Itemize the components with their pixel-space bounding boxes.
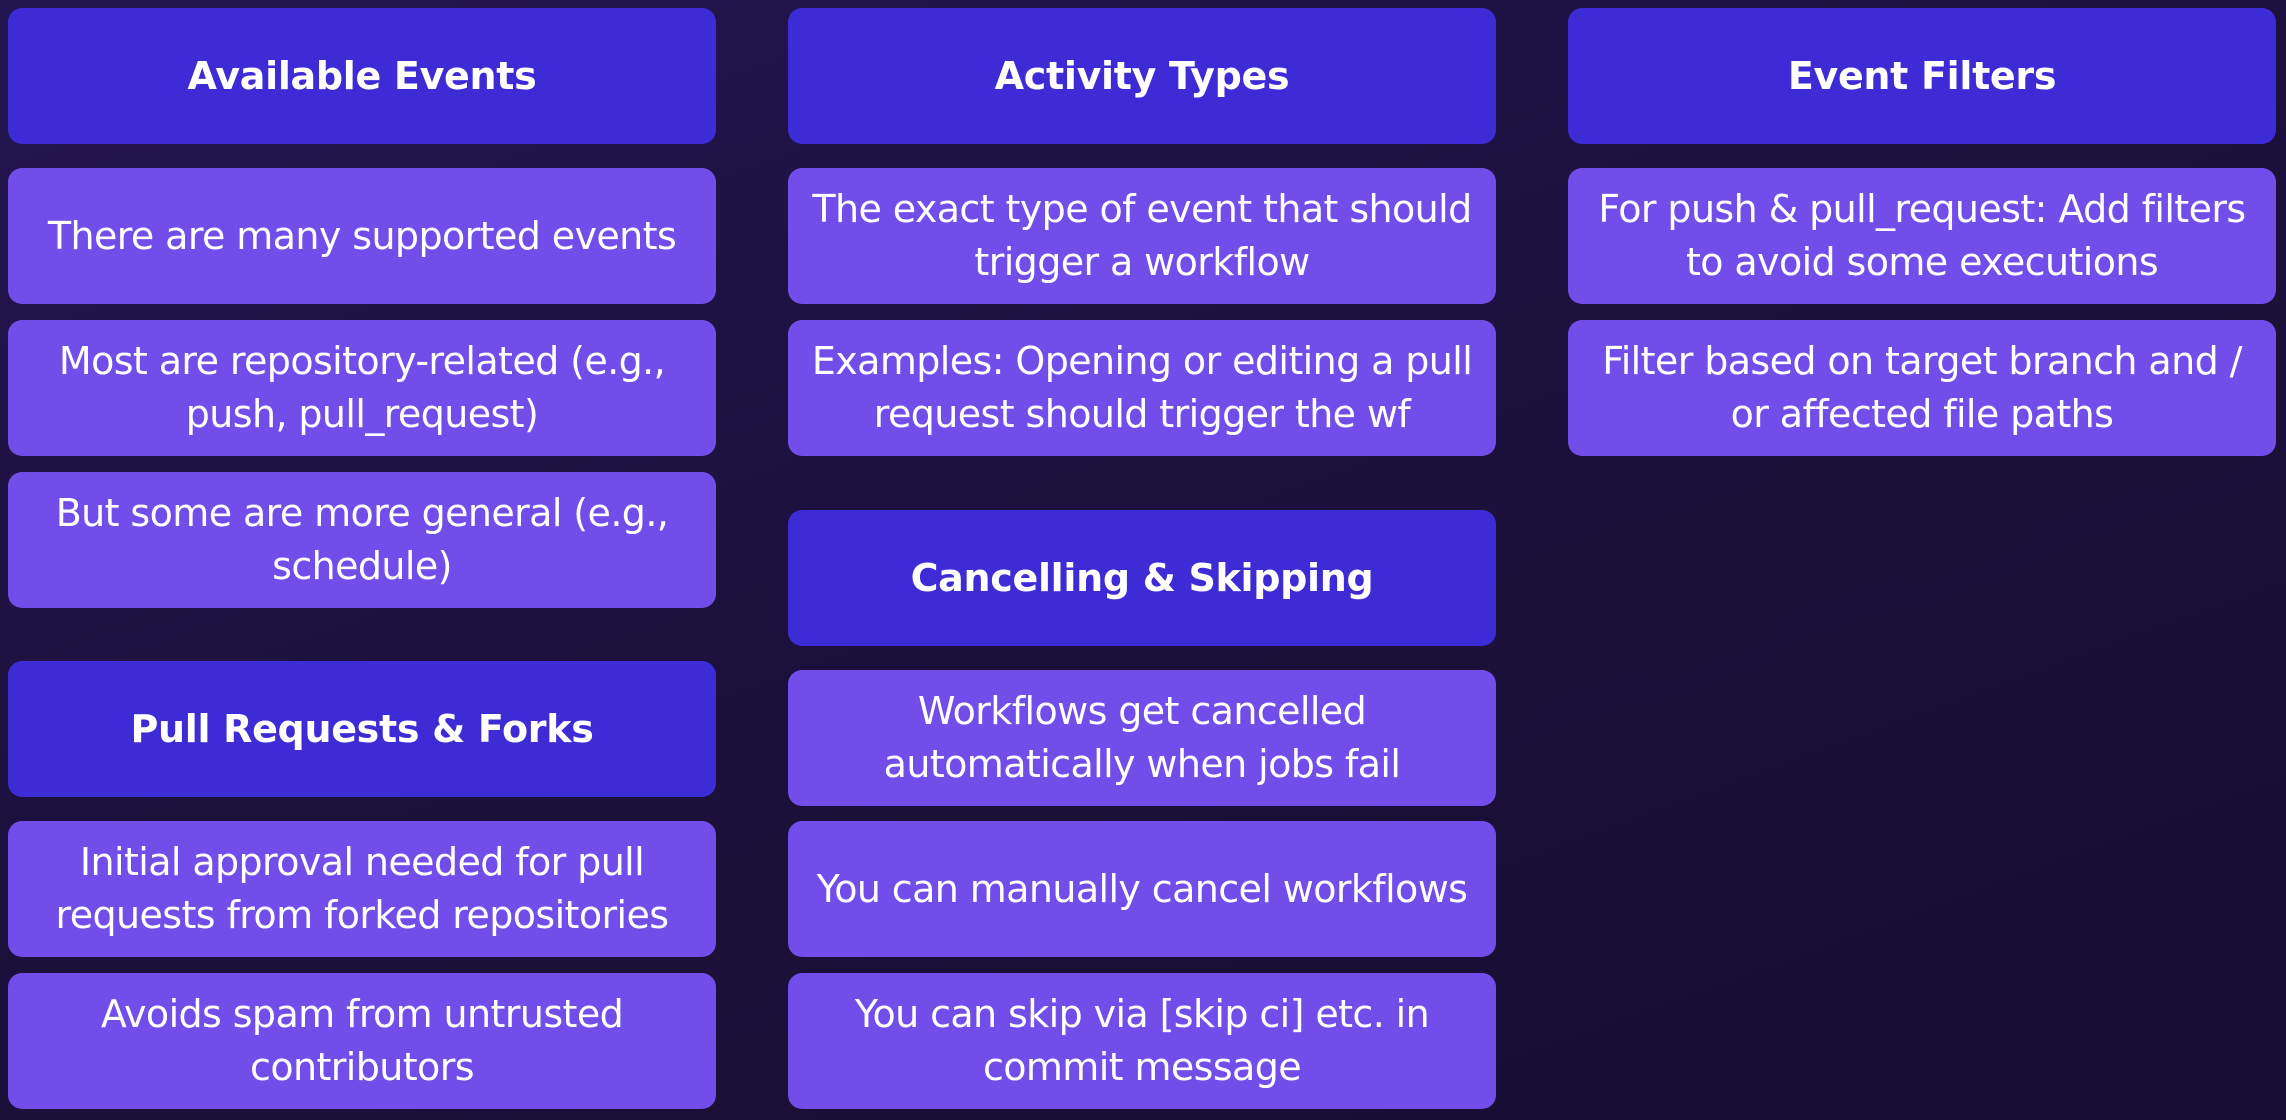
cancelling-skipping-item-2: You can manually cancel workflows [788,821,1496,957]
activity-types-header: Activity Types [788,8,1496,144]
pull-requests-forks-header: Pull Requests & Forks [8,661,716,797]
pull-requests-forks-item-2: Avoids spam from untrusted contributors [8,973,716,1109]
cancelling-skipping-title: Cancelling & Skipping [910,556,1374,600]
cancelling-skipping-header: Cancelling & Skipping [788,510,1496,646]
event-filters-item-2: Filter based on target branch and / or a… [1568,320,2276,456]
pull-requests-forks-title: Pull Requests & Forks [130,707,594,751]
available-events-item-2: Most are repository-related (e.g., push,… [8,320,716,456]
available-events-item-3: But some are more general (e.g., schedul… [8,472,716,608]
available-events-item-1: There are many supported events [8,168,716,304]
activity-types-item-2: Examples: Opening or editing a pull requ… [788,320,1496,456]
available-events-header: Available Events [8,8,716,144]
activity-types-item-1: The exact type of event that should trig… [788,168,1496,304]
cancelling-skipping-item-3: You can skip via [skip ci] etc. in commi… [788,973,1496,1109]
event-filters-item-1: For push & pull_request: Add filters to … [1568,168,2276,304]
slide: { "columns": { "available_events": { "ti… [0,0,2286,1120]
event-filters-title: Event Filters [1787,54,2057,98]
available-events-title: Available Events [187,54,537,98]
pull-requests-forks-item-1: Initial approval needed for pull request… [8,821,716,957]
activity-types-title: Activity Types [994,54,1290,98]
cancelling-skipping-item-1: Workflows get cancelled automatically wh… [788,670,1496,806]
event-filters-header: Event Filters [1568,8,2276,144]
